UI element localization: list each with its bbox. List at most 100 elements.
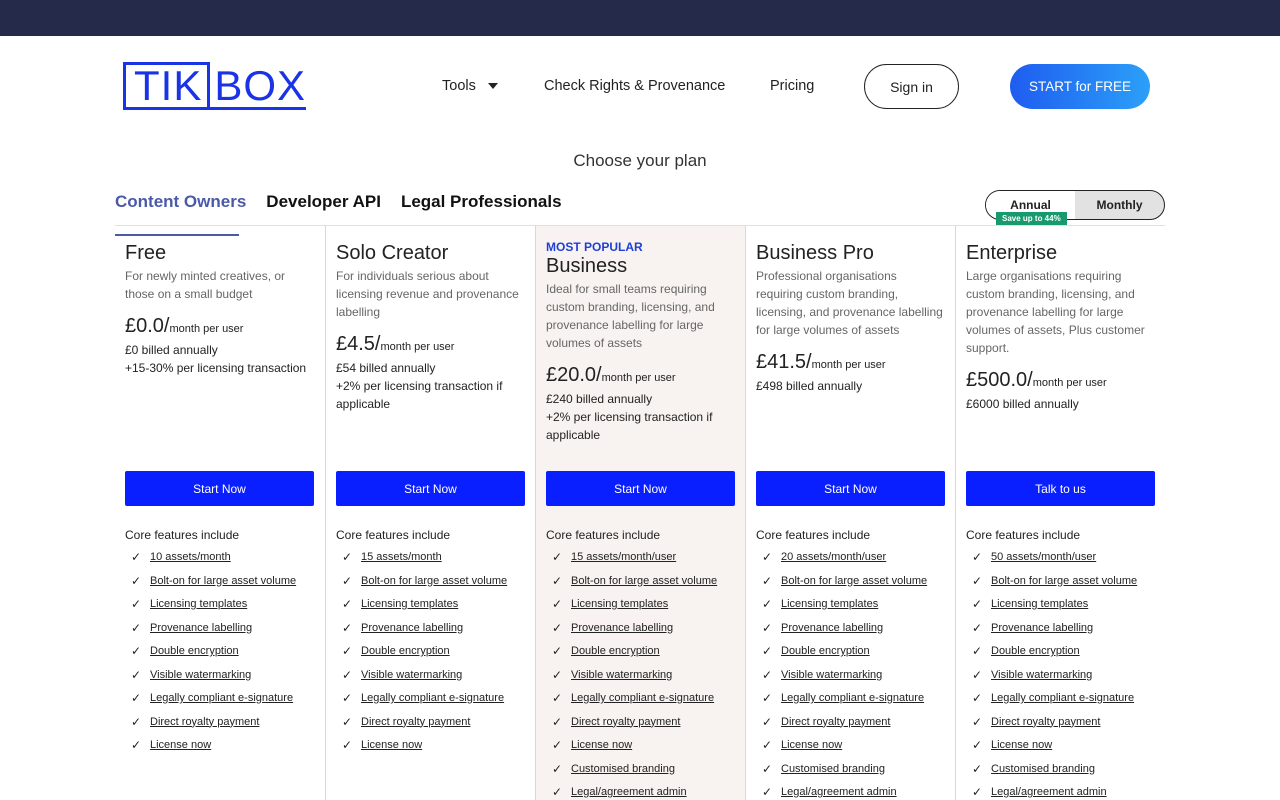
feature-link[interactable]: Bolt-on for large asset volume [781,570,927,594]
feature-link[interactable]: License now [150,734,211,758]
billed-text: £6000 billed annually [966,397,1079,411]
talk-to-us-button[interactable]: Talk to us [966,471,1155,506]
checkmark-icon: ✓ [552,550,563,564]
feature-item: ✓ Visible watermarking [131,664,296,688]
feature-link[interactable]: Double encryption [781,640,870,664]
feature-link[interactable]: License now [991,734,1052,758]
feature-link[interactable]: Visible watermarking [781,664,882,688]
feature-link[interactable]: Direct royalty payment [781,711,890,735]
checkmark-icon: ✓ [762,620,773,635]
billing-toggle[interactable]: Annual Monthly Save up to 44% [985,190,1165,225]
nav-tools[interactable]: Tools [442,78,498,94]
nav-check-rights[interactable]: Check Rights & Provenance [544,78,725,94]
checkmark-icon: ✓ [972,620,983,635]
checkmark-icon: ✓ [342,620,353,635]
checkmark-icon: ✓ [552,667,563,682]
feature-link[interactable]: Licensing templates [571,593,668,617]
feature-link[interactable]: Customised branding [571,758,675,782]
start-for-free-button[interactable]: START for FREE [1010,64,1150,109]
feature-item: ✓ Legally compliant e-signature [342,687,507,711]
feature-item: ✓ Licensing templates [552,593,717,617]
feature-link[interactable]: Licensing templates [781,593,878,617]
feature-link[interactable]: Visible watermarking [571,664,672,688]
feature-item: ✓ Licensing templates [131,593,296,617]
feature-link[interactable]: License now [361,734,422,758]
checkmark-icon: ✓ [972,691,983,705]
core-features-heading: Core features include [125,528,240,542]
feature-link[interactable]: Visible watermarking [991,664,1092,688]
start-now-button[interactable]: Start Now [125,471,314,506]
feature-link[interactable]: Double encryption [991,640,1080,664]
feature-item: ✓ Legal/agreement admin [972,781,1137,800]
feature-item: ✓ Bolt-on for large asset volume [762,570,927,594]
plan-card-free: Free For newly minted creatives, or thos… [115,226,325,800]
checkmark-icon: ✓ [342,691,353,705]
feature-link[interactable]: Provenance labelling [991,617,1093,641]
feature-link[interactable]: Legal/agreement admin [991,781,1107,800]
sign-in-button[interactable]: Sign in [864,64,959,109]
feature-link[interactable]: Legally compliant e-signature [991,687,1134,711]
feature-link[interactable]: Bolt-on for large asset volume [361,570,507,594]
feature-link[interactable]: License now [781,734,842,758]
feature-link[interactable]: Legally compliant e-signature [361,687,504,711]
feature-link[interactable]: Double encryption [150,640,239,664]
feature-link[interactable]: Licensing templates [991,593,1088,617]
feature-link[interactable]: Visible watermarking [150,664,251,688]
feature-item: ✓ 10 assets/month [131,546,296,570]
feature-link[interactable]: Licensing templates [361,593,458,617]
billed-text: £0 billed annually [125,343,218,357]
tab-developer-api[interactable]: Developer API [266,192,381,212]
feature-item: ✓ 20 assets/month/user [762,546,927,570]
feature-link[interactable]: Legal/agreement admin [781,781,897,800]
feature-link[interactable]: License now [571,734,632,758]
feature-link[interactable]: Legal/agreement admin [571,781,687,800]
feature-link[interactable]: Double encryption [361,640,450,664]
checkmark-icon: ✓ [131,644,142,658]
tab-content-owners[interactable]: Content Owners [115,192,246,212]
start-now-button[interactable]: Start Now [756,471,945,506]
plan-description: Ideal for small teams requiring custom b… [546,282,715,350]
feature-item: ✓ 15 assets/month [342,546,507,570]
toggle-monthly[interactable]: Monthly [1075,191,1164,219]
feature-link[interactable]: Bolt-on for large asset volume [150,570,296,594]
feature-link[interactable]: Direct royalty payment [571,711,680,735]
plan-price: £0.0/month per user [125,314,315,341]
feature-link[interactable]: Direct royalty payment [361,711,470,735]
checkmark-icon: ✓ [972,785,983,799]
feature-link[interactable]: Provenance labelling [781,617,883,641]
feature-link[interactable]: 15 assets/month/user [571,546,676,570]
start-now-button[interactable]: Start Now [546,471,735,506]
feature-link[interactable]: Double encryption [571,640,660,664]
feature-item: ✓ Bolt-on for large asset volume [342,570,507,594]
feature-item: ✓ Direct royalty payment [972,711,1137,735]
feature-link[interactable]: Provenance labelling [150,617,252,641]
nav-pricing[interactable]: Pricing [770,78,814,94]
feature-link[interactable]: Bolt-on for large asset volume [571,570,717,594]
nav-pricing-label: Pricing [770,78,815,94]
feature-link[interactable]: 50 assets/month/user [991,546,1096,570]
feature-link[interactable]: Direct royalty payment [991,711,1100,735]
feature-link[interactable]: Licensing templates [150,593,247,617]
feature-link[interactable]: Bolt-on for large asset volume [991,570,1137,594]
feature-link[interactable]: Legally compliant e-signature [150,687,293,711]
feature-link[interactable]: Customised branding [781,758,885,782]
feature-link[interactable]: Legally compliant e-signature [781,687,924,711]
plan-price: £500.0/month per user [966,368,1155,395]
feature-link[interactable]: Legally compliant e-signature [571,687,714,711]
feature-link[interactable]: 20 assets/month/user [781,546,886,570]
start-now-button[interactable]: Start Now [336,471,525,506]
page-title: Choose your plan [573,151,707,170]
feature-item: ✓ Double encryption [342,640,507,664]
feature-link[interactable]: 10 assets/month [150,546,231,570]
feature-link[interactable]: Visible watermarking [361,664,462,688]
feature-item: ✓ Legally compliant e-signature [131,687,296,711]
feature-link[interactable]: Provenance labelling [571,617,673,641]
feature-link[interactable]: Customised branding [991,758,1095,782]
tikbox-logo[interactable]: TIK BOX [123,62,307,110]
feature-link[interactable]: Direct royalty payment [150,711,259,735]
feature-link[interactable]: Provenance labelling [361,617,463,641]
feature-item: ✓ License now [762,734,927,758]
tab-legal-professionals[interactable]: Legal Professionals [401,192,562,212]
price-amount: £0.0/ [125,315,170,337]
feature-link[interactable]: 15 assets/month [361,546,442,570]
